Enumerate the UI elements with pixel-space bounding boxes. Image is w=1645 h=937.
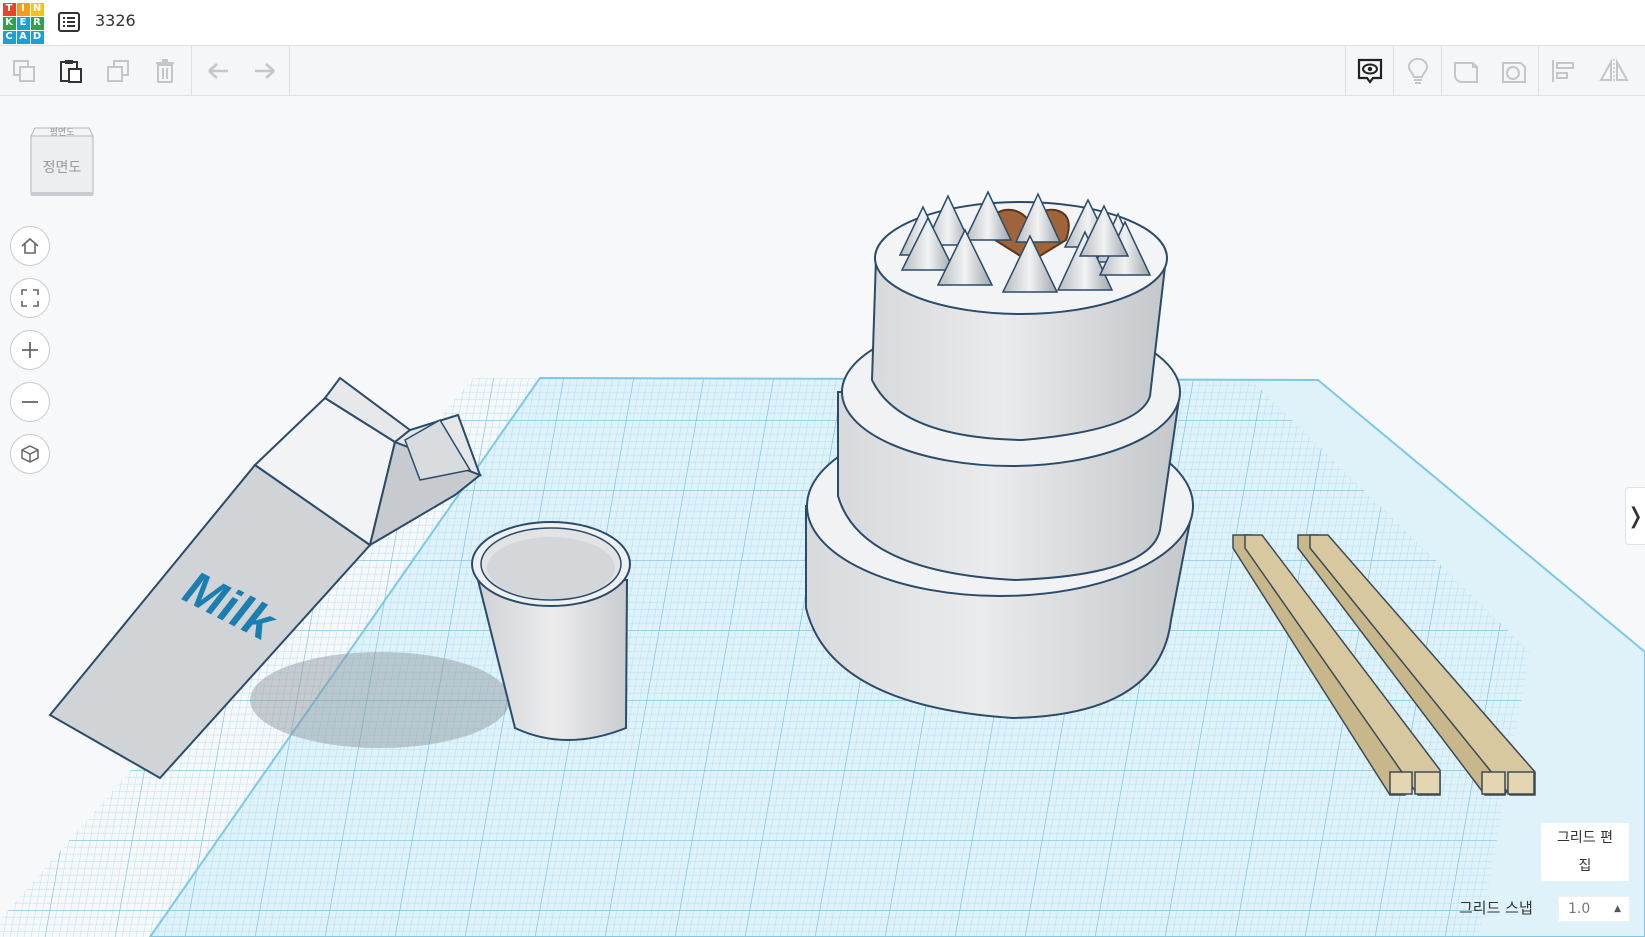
paste-icon [59, 59, 82, 83]
side-panel-toggle[interactable]: ❭ [1625, 487, 1645, 545]
duplicate-button[interactable] [94, 46, 141, 95]
app-header: T I N K E R C A D 3326 [0, 0, 1645, 46]
logo-letter: I [16, 2, 30, 16]
perspective-icon [21, 445, 39, 463]
align-button[interactable] [1539, 46, 1586, 95]
grid-snap-select[interactable]: 1.0 ▲ [1558, 896, 1630, 922]
light-bulb-button[interactable] [1394, 46, 1441, 95]
chevron-right-icon: ❭ [1626, 503, 1645, 529]
perspective-toggle-button[interactable] [10, 434, 50, 474]
redo-icon [254, 62, 275, 79]
shape-button[interactable] [1442, 46, 1489, 95]
duplicate-icon [106, 59, 129, 82]
logo-letter: K [2, 16, 16, 30]
list-icon [58, 12, 80, 32]
zoom-out-icon [22, 401, 38, 403]
logo-letter: E [16, 16, 30, 30]
zoom-out-button[interactable] [10, 382, 50, 422]
paste-button[interactable] [47, 46, 94, 95]
undo-icon [207, 62, 228, 79]
document-title[interactable]: 3326 [95, 11, 136, 30]
notes-visibility-icon [1357, 58, 1382, 84]
logo-letter: D [30, 30, 44, 44]
fit-all-button[interactable] [10, 278, 50, 318]
light-bulb-icon [1407, 57, 1428, 84]
fit-all-icon [21, 289, 39, 307]
caret-up-icon: ▲ [1614, 904, 1621, 914]
viewcube-front-label: 정면도 [43, 160, 82, 176]
logo-letter: C [2, 30, 16, 44]
align-icon [1551, 59, 1574, 82]
grid-edit-label-line2: 집 [1578, 858, 1592, 874]
delete-button[interactable] [141, 46, 188, 95]
logo-letter: N [30, 2, 44, 16]
redo-button[interactable] [241, 46, 288, 95]
logo-letter: R [30, 16, 44, 30]
copy-button[interactable] [0, 46, 47, 95]
logo-letter: A [16, 30, 30, 44]
mirror-button[interactable] [1590, 46, 1637, 95]
notes-visibility-button[interactable] [1346, 46, 1393, 95]
home-view-button[interactable] [10, 226, 50, 266]
milk-shadow [250, 652, 510, 748]
grid-edit-button[interactable]: 그리드 편 집 [1541, 823, 1629, 881]
hole-icon [1501, 61, 1526, 83]
grid-snap-label: 그리드 스냅 [1459, 899, 1533, 917]
grid-edit-label-line1: 그리드 편 [1557, 830, 1613, 846]
zoom-in-icon [22, 342, 38, 358]
design-list-button[interactable] [57, 10, 81, 34]
delete-icon [155, 58, 174, 83]
3d-scene[interactable]: Milk [0, 96, 1645, 937]
edit-toolbar [0, 46, 1645, 96]
hole-button[interactable] [1490, 46, 1537, 95]
view-cube[interactable]: 평면도 정면도 [29, 122, 95, 198]
viewcube-top-label: 평면도 [50, 127, 75, 138]
grid-snap-value: 1.0 [1568, 901, 1591, 917]
tinkercad-logo[interactable]: T I N K E R C A D [2, 2, 44, 44]
copy-icon [12, 59, 35, 82]
workplane-viewport[interactable]: Milk 평면도 정면도 ❭ [0, 96, 1645, 937]
zoom-in-button[interactable] [10, 330, 50, 370]
logo-letter: T [2, 2, 16, 16]
mirror-icon [1598, 57, 1629, 83]
home-icon [21, 237, 39, 254]
undo-button[interactable] [194, 46, 241, 95]
shape-icon [1453, 61, 1478, 83]
